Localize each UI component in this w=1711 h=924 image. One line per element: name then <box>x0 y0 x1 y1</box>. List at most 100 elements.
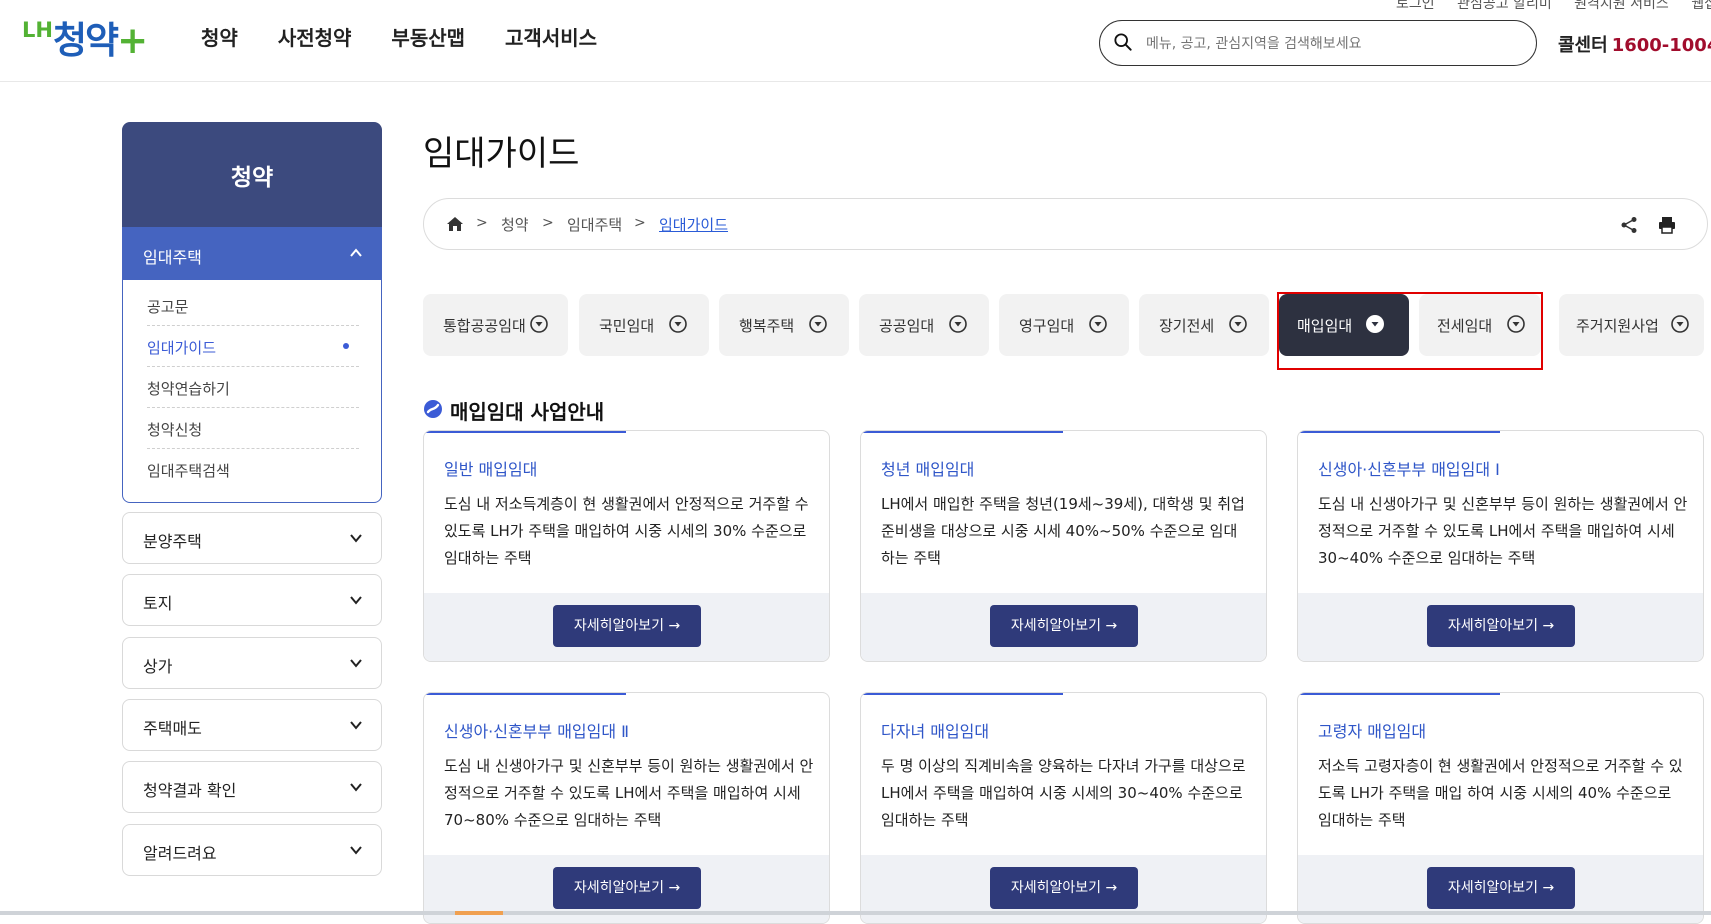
sidebar-item-sale-housing[interactable]: 분양주택 <box>122 512 382 564</box>
card-newborn-newlywed-2: 신생아·신혼부부 매입임대 Ⅱ 도심 내 신생아가구 및 신혼부부 등이 원하는… <box>423 692 830 924</box>
tab-long-term-jeonse[interactable]: 장기전세 <box>1139 294 1269 356</box>
sidebar-item-label: 청약결과 확인 <box>143 781 237 800</box>
nav-item-realestate-map[interactable]: 부동산맵 <box>391 22 465 51</box>
print-icon[interactable] <box>1658 216 1676 234</box>
breadcrumb: > 청약 > 임대주택 > 임대가이드 <box>423 198 1708 250</box>
breadcrumb-separator-icon: > <box>542 215 554 231</box>
learn-more-button[interactable]: 자세히알아보기 → <box>1427 867 1575 909</box>
tab-national-rental[interactable]: 국민임대 <box>579 294 709 356</box>
chevron-circle-down-icon <box>1229 315 1247 333</box>
card-description: 도심 내 신생아가구 및 신혼부부 등이 원하는 생활권에서 안정적으로 거주할… <box>1318 495 1688 567</box>
breadcrumb-item-current[interactable]: 임대가이드 <box>659 214 728 235</box>
breadcrumb-item[interactable]: 청약 <box>501 214 529 235</box>
search-input[interactable] <box>1144 31 1528 57</box>
learn-more-button[interactable]: 자세히알아보기 → <box>1427 605 1575 647</box>
nav-item-pre-subscription[interactable]: 사전청약 <box>278 22 352 51</box>
remote-support-link[interactable]: 원격지원 서비스 <box>1574 0 1669 12</box>
card-accent-line <box>1298 693 1500 695</box>
current-indicator-dot <box>343 343 349 349</box>
card-description: LH에서 매입한 주택을 청년(19세~39세), 대학생 및 취업 준비생을 … <box>881 495 1245 567</box>
sidebar-subitem-label: 임대주택검색 <box>147 462 230 480</box>
chevron-down-icon <box>350 596 362 605</box>
breadcrumb-item[interactable]: 임대주택 <box>567 214 622 235</box>
sidebar-subitem-practice[interactable]: 청약연습하기 <box>147 366 359 408</box>
site-logo[interactable]: LH청약+ <box>22 10 148 64</box>
chevron-down-icon <box>350 846 362 855</box>
nav-item-subscription[interactable]: 청약 <box>201 22 238 51</box>
chevron-down-icon <box>350 721 362 730</box>
arrow-right-icon: → <box>668 618 681 634</box>
tab-integrated-public-rental[interactable]: 통합공공임대 <box>423 294 568 356</box>
tab-label: 국민임대 <box>599 317 655 335</box>
button-label: 자세히알아보기 <box>1010 880 1101 896</box>
tab-happy-housing[interactable]: 행복주택 <box>719 294 849 356</box>
tab-label: 영구임대 <box>1019 317 1075 335</box>
share-icon[interactable] <box>1620 216 1638 234</box>
learn-more-button[interactable]: 자세히알아보기 → <box>553 605 701 647</box>
tab-label: 행복주택 <box>739 317 795 335</box>
chevron-circle-down-icon <box>530 315 548 333</box>
sidebar-item-rental-housing[interactable]: 임대주택 <box>123 228 381 280</box>
tab-public-rental[interactable]: 공공임대 <box>859 294 989 356</box>
card-elderly-purchase-rental: 고령자 매입임대 저소득 고령자층이 현 생활권에서 안정적으로 거주할 수 있… <box>1297 692 1704 924</box>
sidebar-item-label: 임대주택 <box>143 248 202 267</box>
sidebar-item-house-sale[interactable]: 주택매도 <box>122 699 382 751</box>
sidebar-item-land[interactable]: 토지 <box>122 574 382 626</box>
card-accent-line <box>424 693 626 695</box>
tab-label: 통합공공임대 <box>443 317 526 335</box>
tab-label: 공공임대 <box>879 317 935 335</box>
card-accent-line <box>424 431 626 433</box>
sidebar-subitem-search[interactable]: 임대주택검색 <box>147 448 359 489</box>
search-icon[interactable] <box>1114 33 1132 51</box>
card-title: 고령자 매입임대 <box>1318 722 1427 741</box>
chevron-circle-down-icon <box>809 315 827 333</box>
card-title: 일반 매입임대 <box>444 460 538 479</box>
sidebar-subitem-label: 임대가이드 <box>147 339 217 357</box>
chevron-circle-down-icon <box>1671 315 1689 333</box>
sidebar-open-section: 임대주택 공고문 임대가이드 청약연습하기 청약신청 임대주택검색 <box>122 227 382 503</box>
sidebar-subitem-rental-guide[interactable]: 임대가이드 <box>147 325 359 367</box>
chevron-circle-down-icon <box>949 315 967 333</box>
logo-lh: LH <box>22 18 53 42</box>
card-title: 신생아·신혼부부 매입임대 Ⅱ <box>444 722 630 741</box>
sidebar-subitem-label: 청약연습하기 <box>147 380 230 398</box>
button-label: 자세히알아보기 <box>573 880 664 896</box>
sidebar-item-label: 주택매도 <box>143 719 202 738</box>
tab-permanent-rental[interactable]: 영구임대 <box>999 294 1129 356</box>
tab-label: 주거지원사업 <box>1576 317 1659 335</box>
arrow-right-icon: → <box>1105 618 1118 634</box>
button-label: 자세히알아보기 <box>1447 880 1538 896</box>
learn-more-button[interactable]: 자세히알아보기 → <box>990 867 1138 909</box>
sidebar-subitem-label: 공고문 <box>147 298 189 316</box>
scrollbar-thumb[interactable] <box>455 911 503 915</box>
chevron-circle-down-icon <box>1089 315 1107 333</box>
tab-housing-support[interactable]: 주거지원사업 <box>1559 294 1704 356</box>
card-accent-line <box>861 693 1063 695</box>
sidebar-subitem-label: 청약신청 <box>147 421 203 439</box>
card-accent-line <box>1298 431 1500 433</box>
horizontal-scrollbar[interactable] <box>0 911 1711 915</box>
page-title: 임대가이드 <box>423 134 580 174</box>
accessibility-link[interactable]: 웹접근성 <box>1691 0 1711 12</box>
sidebar-item-results[interactable]: 청약결과 확인 <box>122 761 382 813</box>
button-label: 자세히알아보기 <box>573 618 664 634</box>
sidebar-item-commercial[interactable]: 상가 <box>122 637 382 689</box>
nav-item-customer-service[interactable]: 고객서비스 <box>505 22 597 51</box>
home-icon[interactable] <box>446 216 464 232</box>
sidebar-item-notices[interactable]: 알려드려요 <box>122 824 382 876</box>
site-header: 로그인 관심공고 알리미 원격지원 서비스 웹접근성 LH청약+ 청약 사전청약… <box>0 0 1711 82</box>
sidebar-title: 청약 <box>230 165 274 191</box>
sidebar-item-label: 상가 <box>143 657 173 676</box>
login-link[interactable]: 로그인 <box>1396 0 1435 12</box>
sidebar-subitem-apply[interactable]: 청약신청 <box>147 407 359 449</box>
learn-more-button[interactable]: 자세히알아보기 → <box>553 867 701 909</box>
search-box[interactable] <box>1099 20 1537 66</box>
card-multichild-purchase-rental: 다자녀 매입임대 두 명 이상의 직계비속을 양육하는 다자녀 가구를 대상으로… <box>860 692 1267 924</box>
learn-more-button[interactable]: 자세히알아보기 → <box>990 605 1138 647</box>
chevron-down-icon <box>350 783 362 792</box>
main-nav: 청약 사전청약 부동산맵 고객서비스 <box>201 22 597 51</box>
card-footer: 자세히알아보기 → <box>1298 593 1703 661</box>
notice-alert-link[interactable]: 관심공고 알리미 <box>1457 0 1552 12</box>
sidebar-subitem-notice[interactable]: 공고문 <box>147 284 359 326</box>
logo-plus: + <box>117 19 149 62</box>
